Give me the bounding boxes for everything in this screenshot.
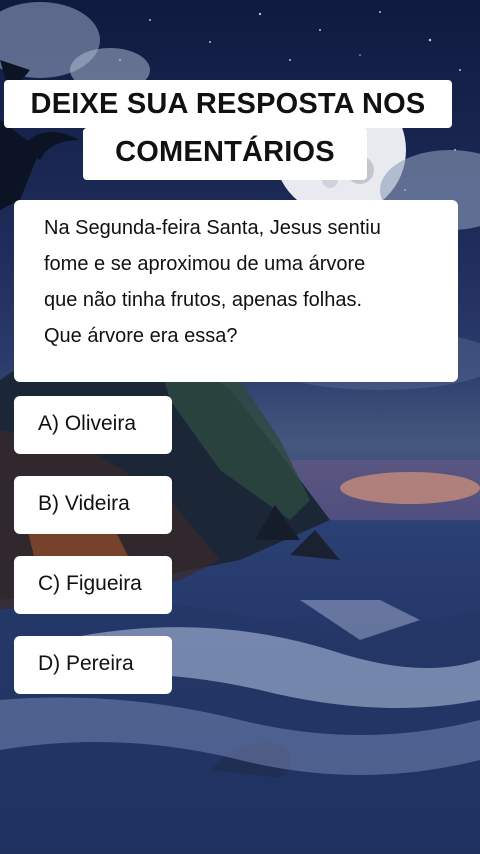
option-c-button[interactable]: C) Figueira [14,556,172,614]
option-d-button[interactable]: D) Pereira [14,636,172,694]
question-line: fome e se aproximou de uma árvore [44,253,366,275]
option-b-label: B) Videira [38,492,130,515]
title-banner-line-2: COMENTÁRIOS [83,128,367,180]
title-text-line-1: DEIXE SUA RESPOSTA NOS [30,88,426,120]
option-a-label: A) Oliveira [38,412,137,435]
question-card: Na Segunda-feira Santa, Jesus sentiu fom… [14,200,458,382]
option-d-label: D) Pereira [38,652,134,675]
question-line: Que árvore era essa? [44,325,238,347]
question-line: Na Segunda-feira Santa, Jesus sentiu [44,217,381,239]
title-banner-line-1: DEIXE SUA RESPOSTA NOS [4,80,452,128]
title-text-line-2: COMENTÁRIOS [115,136,335,168]
option-b-button[interactable]: B) Videira [14,476,172,534]
option-c-label: C) Figueira [38,572,142,595]
question-line: que não tinha frutos, apenas folhas. [44,289,363,311]
option-a-button[interactable]: A) Oliveira [14,396,172,454]
